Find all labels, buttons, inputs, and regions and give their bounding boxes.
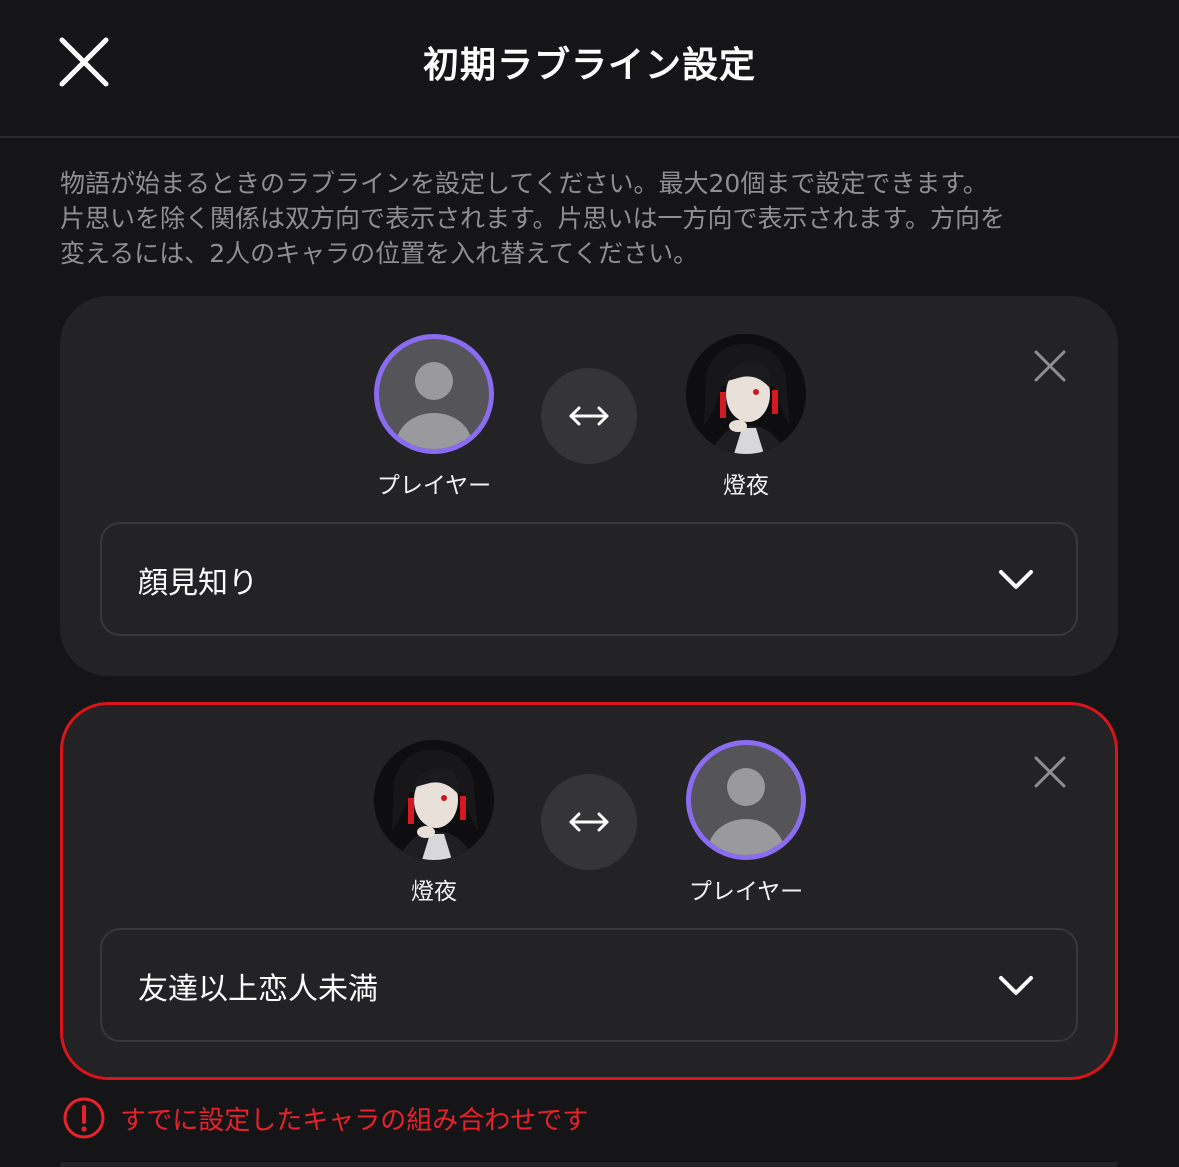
description-line: 片思いを除く関係は双方向で表示されます。片思いは一方向で表示されます。方向を — [60, 204, 1006, 233]
delete-loveline-button[interactable] — [1030, 346, 1070, 386]
character-portrait — [686, 334, 806, 454]
right-character[interactable]: プレイヤー — [666, 740, 826, 906]
character-name: 燈夜 — [411, 879, 457, 905]
error-message: すでに設定したキャラの組み合わせです — [62, 1096, 588, 1140]
player-avatar — [374, 334, 494, 454]
header: 初期ラブライン設定 — [0, 0, 1179, 138]
chevron-down-icon — [999, 570, 1033, 589]
swap-button[interactable] — [541, 774, 637, 870]
delete-loveline-button[interactable] — [1030, 752, 1070, 792]
description-line: 物語が始まるときのラブラインを設定してください。最大20個まで設定できます。 — [60, 169, 988, 198]
close-icon — [1034, 350, 1066, 382]
player-avatar — [686, 740, 806, 860]
relation-value: 友達以上恋人未満 — [138, 972, 378, 1007]
swap-button[interactable] — [541, 368, 637, 464]
character-name: プレイヤー — [376, 473, 492, 499]
chevron-down-icon — [999, 976, 1033, 995]
character-portrait — [374, 740, 494, 860]
relation-select[interactable]: 友達以上恋人未満 — [100, 928, 1078, 1042]
relation-value: 顔見知り — [138, 566, 258, 601]
character-avatar — [374, 740, 494, 860]
right-character[interactable]: 燈夜 — [666, 334, 826, 500]
person-icon — [396, 362, 472, 449]
character-pair: 燈夜 プレイヤー — [63, 705, 1115, 925]
close-icon — [1034, 756, 1066, 788]
character-avatar — [686, 334, 806, 454]
loveline-card: プレイヤー 燈夜 顔見知り — [60, 296, 1118, 676]
character-pair: プレイヤー 燈夜 — [60, 296, 1118, 516]
relation-select[interactable]: 顔見知り — [100, 522, 1078, 636]
exclamation-circle-icon — [63, 1097, 105, 1139]
next-card-edge — [60, 1162, 1118, 1167]
character-name: プレイヤー — [688, 879, 804, 905]
page-title: 初期ラブライン設定 — [422, 45, 756, 86]
description-text: 物語が始まるときのラブラインを設定してください。最大20個まで設定できます。 片… — [60, 166, 1130, 271]
loveline-card-error: 燈夜 プレイヤー 友達以上恋人未満 — [60, 702, 1118, 1080]
character-name: 燈夜 — [723, 473, 769, 499]
left-right-arrow-icon — [569, 812, 609, 832]
left-character[interactable]: プレイヤー — [354, 334, 514, 500]
error-text: すでに設定したキャラの組み合わせです — [120, 1105, 589, 1136]
left-right-arrow-icon — [569, 406, 609, 426]
person-icon — [708, 768, 784, 855]
left-character[interactable]: 燈夜 — [354, 740, 514, 906]
description-line: 変えるには、2人のキャラの位置を入れ替えてください。 — [60, 239, 699, 268]
